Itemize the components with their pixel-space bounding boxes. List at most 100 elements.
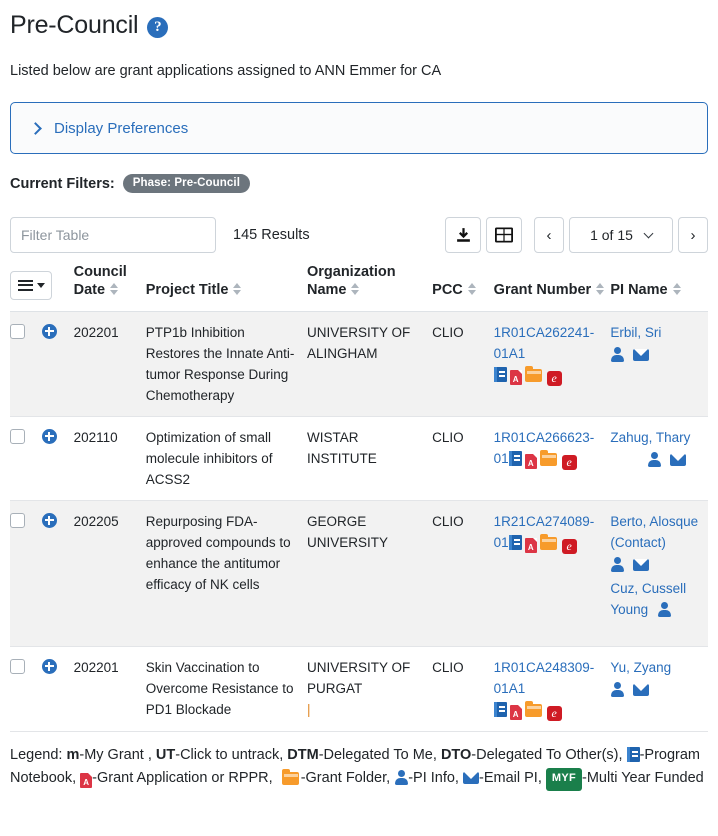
pi-info-icon <box>394 770 409 786</box>
sort-icon-organization-name[interactable] <box>351 283 360 296</box>
legend-text-pdf: -Grant Application or RPPR, <box>92 770 273 787</box>
folder-icon[interactable] <box>524 700 542 717</box>
email-pi-icon[interactable] <box>633 348 650 361</box>
sort-icon-grant-number[interactable] <box>596 283 605 296</box>
pdf-icon[interactable]: A <box>509 704 522 720</box>
cell-pi-name: Berto, Alosque (Contact) Cuz, Cussell Yo… <box>610 500 708 647</box>
page-header: Pre-Council ? <box>10 0 708 40</box>
pi-info-icon[interactable] <box>610 556 625 572</box>
cell-council-date: 202205 <box>73 500 146 647</box>
filter-chip-phase[interactable]: Phase: Pre-Council <box>122 174 250 194</box>
email-pi-icon[interactable] <box>633 683 650 696</box>
grant-icon-row: Ae <box>493 699 603 721</box>
sort-icon-pcc[interactable] <box>467 283 477 296</box>
cell-council-date: 202201 <box>73 646 146 732</box>
column-header-grant-number[interactable]: Grant Number <box>493 263 611 312</box>
column-header-project-title-label: Project Title <box>145 282 229 299</box>
e-icon[interactable]: e <box>561 538 577 554</box>
row-checkbox[interactable] <box>10 658 25 674</box>
table-body: 202201 PTP1b Inhibition Restores the Inn… <box>10 311 708 732</box>
expand-row-icon[interactable] <box>41 428 57 444</box>
caret-down-icon <box>36 282 45 288</box>
filter-table-input[interactable] <box>10 217 216 254</box>
cell-grant-number: 1R01CA262241-01A1 Ae <box>493 311 611 417</box>
pi-icon-row <box>610 344 700 365</box>
display-preferences-panel[interactable]: Display Preferences <box>10 102 708 155</box>
row-select-cell <box>10 416 42 501</box>
folder-icon[interactable] <box>539 533 557 550</box>
pi-name-link[interactable]: Zahug, Thary <box>610 430 690 445</box>
question-circle-icon[interactable]: ? <box>147 16 169 38</box>
legend-text-ut: -Click to untrack, <box>175 746 284 763</box>
column-header-council-date[interactable]: Council Date <box>73 263 146 312</box>
cell-council-date: 202201 <box>73 311 146 417</box>
prev-page-button[interactable]: ‹ <box>534 217 564 254</box>
sort-icon-council-date[interactable] <box>110 283 119 296</box>
program-notebook-icon[interactable] <box>493 701 507 717</box>
grant-number-link[interactable]: 1R01CA248309-01A1 <box>494 660 595 696</box>
current-filters: Current Filters: Phase: Pre-Council <box>10 174 708 194</box>
cell-grant-number: 1R01CA266623-01 Ae <box>493 416 611 501</box>
program-notebook-icon[interactable] <box>493 366 507 382</box>
e-icon[interactable]: e <box>561 454 577 470</box>
e-icon[interactable]: e <box>546 705 562 721</box>
email-pi-icon[interactable] <box>670 453 686 466</box>
row-checkbox[interactable] <box>10 512 25 528</box>
folder-icon[interactable] <box>539 449 557 466</box>
legend: Legend: m-My Grant , UT-Click to untrack… <box>10 744 708 792</box>
pdf-icon[interactable]: A <box>509 369 522 385</box>
column-header-organization-name[interactable]: Organization Name <box>306 263 433 312</box>
column-header-pcc[interactable]: PCC <box>432 263 494 312</box>
cell-grant-number: 1R21CA274089-01 Ae <box>493 500 611 647</box>
e-icon[interactable]: e <box>546 370 562 386</box>
column-header-grant-number-label: Grant Number <box>493 282 592 299</box>
grant-number-link[interactable]: 1R01CA262241-01A1 <box>494 325 595 361</box>
pi-name-link[interactable]: Erbil, Sri <box>610 325 661 340</box>
pre-council-page: Pre-Council ? Listed below are grant app… <box>0 0 718 792</box>
cell-organization-name: GEORGE UNIVERSITY <box>306 500 433 647</box>
toolbar-actions: ‹ 1 of 15 › <box>445 217 708 254</box>
row-checkbox[interactable] <box>10 428 25 444</box>
legend-text-dtm: -Delegated To Me, <box>318 746 437 763</box>
pi-info-icon[interactable] <box>610 346 625 362</box>
download-button[interactable] <box>445 217 481 254</box>
row-checkbox[interactable] <box>10 323 25 339</box>
pi-name-link[interactable]: Yu, Zyang <box>610 660 671 675</box>
pi-info-icon[interactable] <box>657 602 671 618</box>
expand-row-icon[interactable] <box>41 658 57 674</box>
cell-pcc: CLIO <box>432 416 494 501</box>
folder-icon[interactable] <box>524 365 542 382</box>
table-header-row: Council Date Project Title Organization … <box>10 263 708 312</box>
legend-abbr-dto: DTO <box>440 746 472 763</box>
program-notebook-icon[interactable] <box>508 450 522 466</box>
program-notebook-icon[interactable] <box>508 534 522 550</box>
sort-icon-pi-name[interactable] <box>672 283 682 296</box>
column-layout-button[interactable] <box>486 217 522 254</box>
expand-row-icon[interactable] <box>41 512 57 528</box>
pdf-icon[interactable]: A <box>524 537 537 553</box>
legend-abbr-m: m <box>66 746 80 763</box>
cell-project-title: Skin Vaccination to Overcome Resistance … <box>145 646 307 732</box>
column-header-project-title[interactable]: Project Title <box>145 263 307 312</box>
pi-info-icon[interactable] <box>647 451 662 467</box>
page-selector[interactable]: 1 of 15 <box>569 217 673 254</box>
sort-icon-project-title[interactable] <box>233 283 242 296</box>
pdf-icon[interactable]: A <box>524 453 537 469</box>
cell-pcc: CLIO <box>432 646 494 732</box>
expand-row-icon[interactable] <box>41 323 57 339</box>
cell-project-title: PTP1b Inhibition Restores the Innate Ant… <box>145 311 307 417</box>
email-pi-icon[interactable] <box>633 558 650 571</box>
row-expand-cell <box>41 646 74 732</box>
row-expand-cell <box>41 416 74 501</box>
cell-pi-name: Yu, Zyang <box>610 646 708 732</box>
pi-name-link[interactable]: Berto, Alosque (Contact) <box>610 514 698 550</box>
column-menu-button[interactable] <box>10 270 52 300</box>
pi-info-icon[interactable] <box>610 681 625 697</box>
column-header-pi-name[interactable]: PI Name <box>610 263 708 312</box>
cell-pi-name: Zahug, Thary <box>610 416 708 501</box>
next-page-button[interactable]: › <box>678 217 708 254</box>
display-preferences-label: Display Preferences <box>54 119 189 137</box>
pi-name-link[interactable]: Cuz, Cussell Young <box>610 581 686 617</box>
column-header-pcc-label: PCC <box>432 282 463 299</box>
current-filters-label: Current Filters: <box>10 175 115 192</box>
